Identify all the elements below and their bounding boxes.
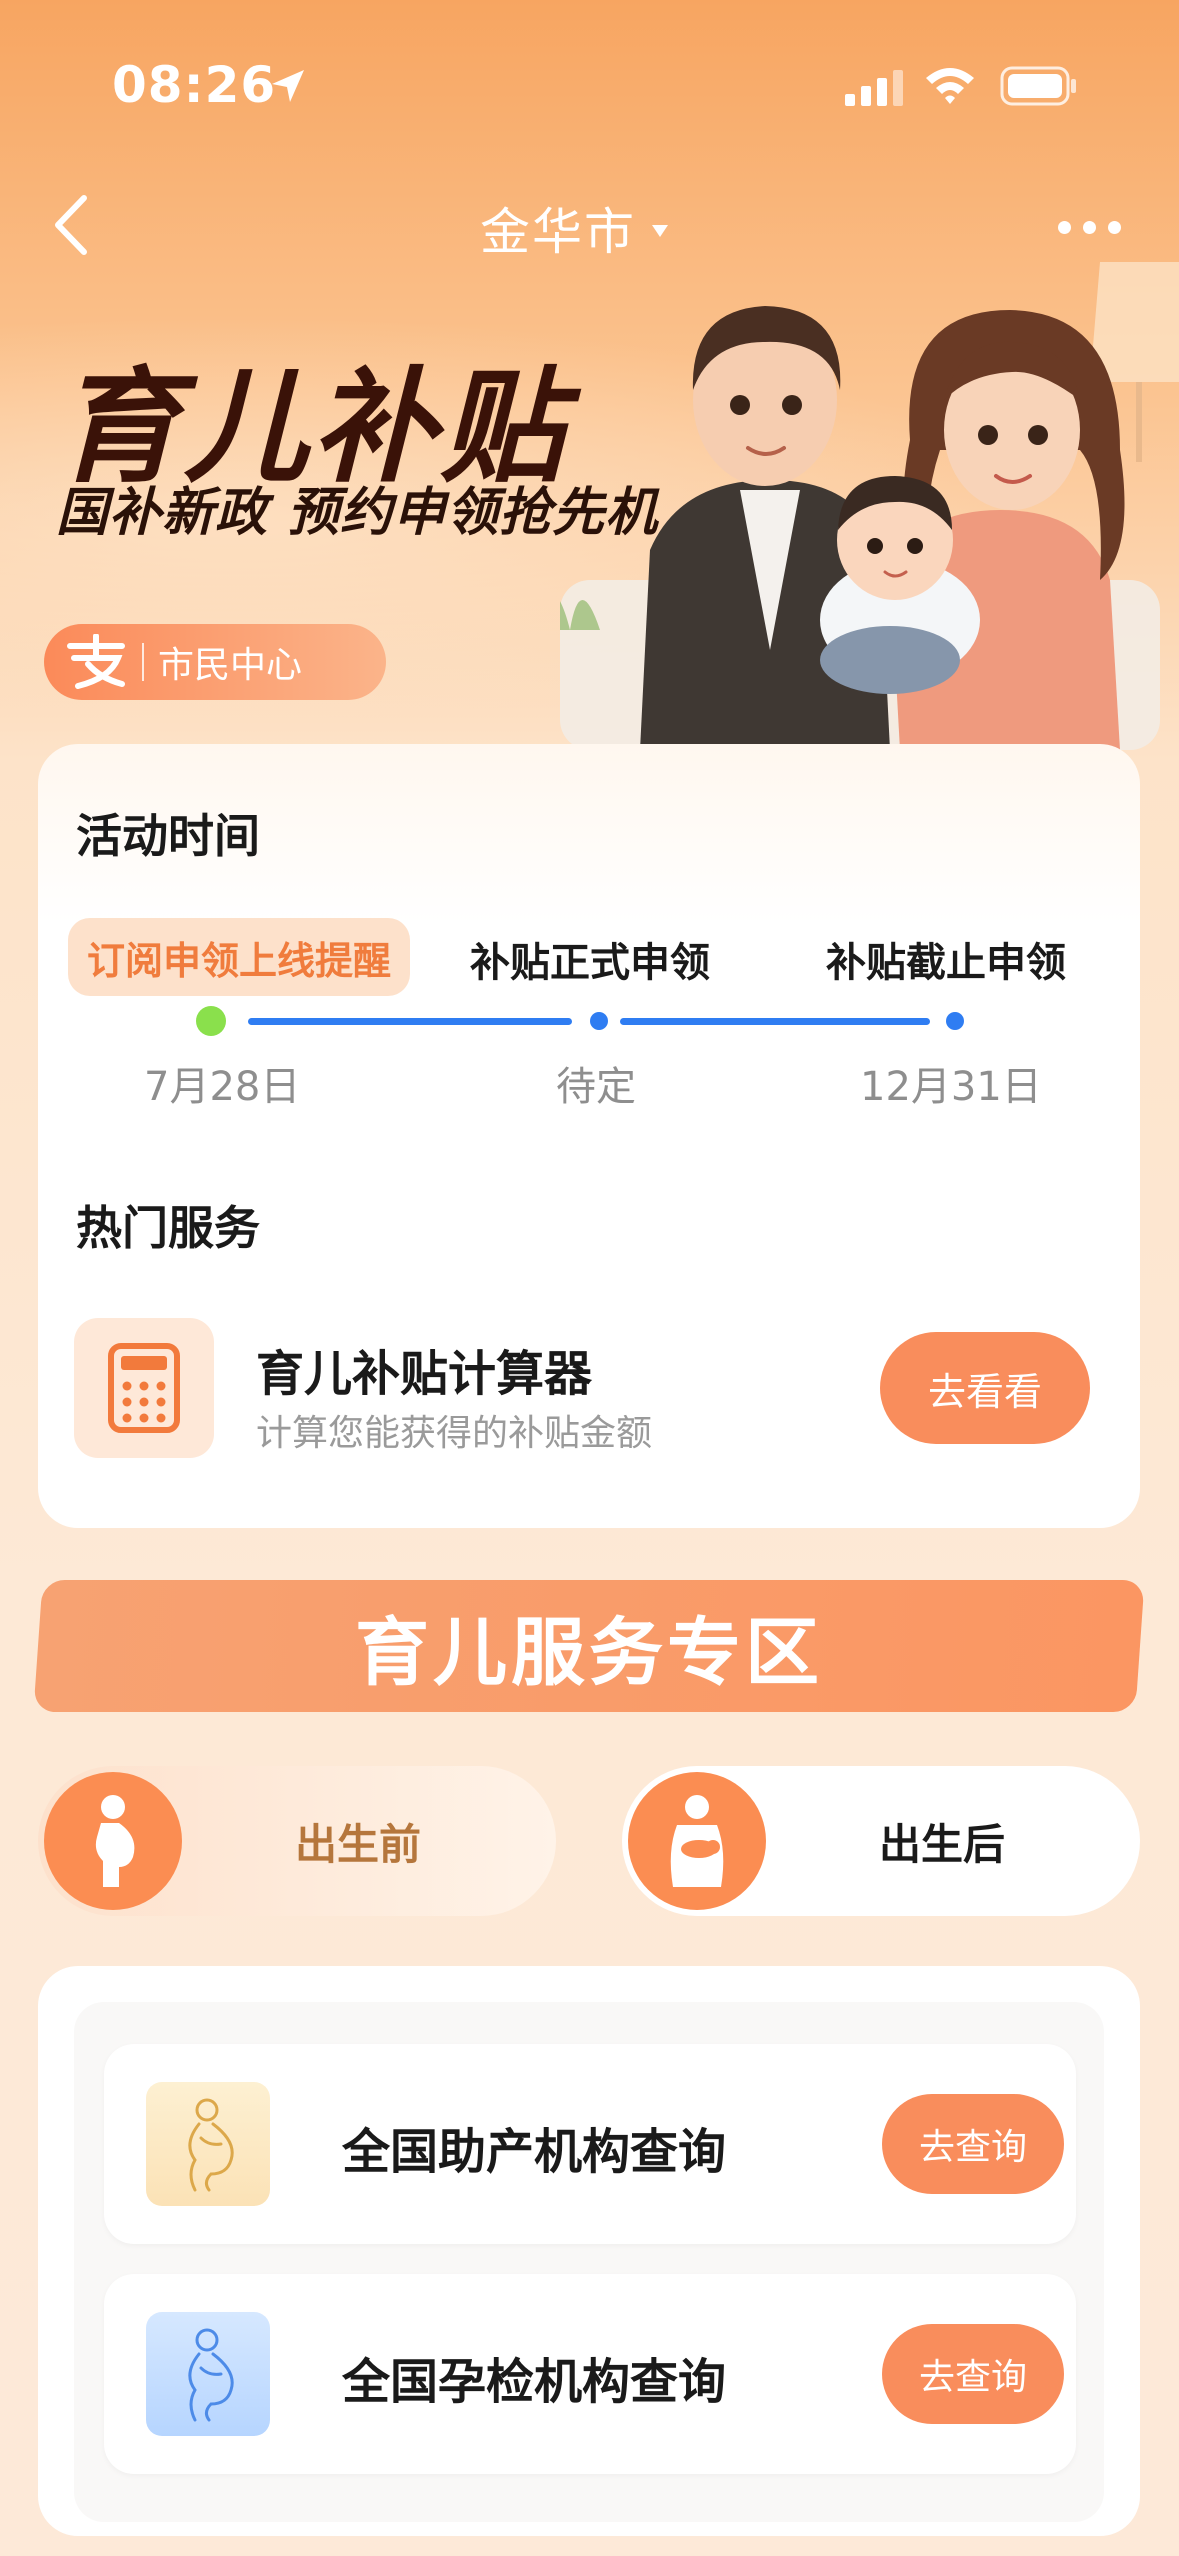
pregnant-outline-blue-icon bbox=[146, 2312, 270, 2436]
institution-label: 全国孕检机构查询 bbox=[342, 2354, 727, 2410]
wifi-icon bbox=[926, 68, 974, 104]
timeline-line bbox=[248, 1018, 572, 1025]
badge-label: 市民中心 bbox=[158, 645, 303, 686]
battery-icon bbox=[1000, 66, 1076, 106]
caret-down-icon bbox=[652, 225, 668, 237]
query-button[interactable]: 去查询 bbox=[882, 2094, 1064, 2194]
pregnant-outline-icon bbox=[146, 2082, 270, 2206]
hero-subtitle: 国补新政 预约申领抢先机 bbox=[56, 483, 659, 543]
institution-label: 全国助产机构查询 bbox=[342, 2124, 727, 2180]
institution-list: 全国助产机构查询 去查询 全国孕检机构查询 去查询 bbox=[74, 2002, 1104, 2522]
list-item-prenatal-check[interactable]: 全国孕检机构查询 去查询 bbox=[104, 2274, 1076, 2474]
citizen-center-badge[interactable]: 市民中心 bbox=[44, 624, 386, 700]
pregnant-woman-icon bbox=[44, 1772, 182, 1910]
timeline-dot bbox=[590, 1012, 608, 1030]
cellular-signal-icon bbox=[845, 70, 903, 106]
stage-date: 7月28日 bbox=[144, 1064, 301, 1110]
tab-label: 出生前 bbox=[294, 1819, 421, 1869]
mother-holding-baby-icon bbox=[628, 1772, 766, 1910]
calculator-desc: 计算您能获得的补贴金额 bbox=[256, 1413, 653, 1454]
timeline-dot bbox=[946, 1012, 964, 1030]
list-item-midwifery[interactable]: 全国助产机构查询 去查询 bbox=[104, 2044, 1076, 2244]
query-button[interactable]: 去查询 bbox=[882, 2324, 1064, 2424]
more-dot-icon bbox=[1058, 220, 1071, 234]
calculator-title: 育儿补贴计算器 bbox=[256, 1346, 593, 1402]
back-button[interactable] bbox=[44, 190, 104, 260]
more-dot-icon bbox=[1083, 220, 1096, 234]
stage-date: 12月31日 bbox=[860, 1064, 1042, 1110]
activity-card: 活动时间 订阅申领上线提醒 补贴正式申领 补贴截止申领 7月28日 待定 12月… bbox=[38, 744, 1140, 1528]
timeline-dot-active bbox=[196, 1006, 226, 1036]
zone-title: 育儿服务专区 bbox=[355, 1609, 823, 1696]
calculator-icon bbox=[108, 1343, 180, 1433]
stage-chip-active[interactable]: 订阅申领上线提醒 bbox=[68, 918, 410, 996]
tab-label: 出生后 bbox=[878, 1819, 1005, 1869]
more-options-button[interactable] bbox=[1058, 212, 1128, 242]
zone-banner: 育儿服务专区 bbox=[33, 1580, 1145, 1712]
stage-label: 补贴截止申领 bbox=[826, 940, 1066, 986]
timeline-line bbox=[620, 1018, 930, 1025]
hot-services-title: 热门服务 bbox=[76, 1201, 260, 1255]
go-see-button[interactable]: 去看看 bbox=[880, 1332, 1090, 1444]
badge-divider bbox=[142, 643, 144, 681]
calculator-icon-box bbox=[74, 1318, 214, 1458]
tab-after-birth[interactable]: 出生后 bbox=[622, 1766, 1140, 1916]
location-arrow-icon bbox=[272, 70, 304, 102]
stage-date: 待定 bbox=[556, 1064, 636, 1110]
status-time: 08:26 bbox=[112, 56, 277, 114]
tab-before-birth[interactable]: 出生前 bbox=[38, 1766, 556, 1916]
stage-label: 订阅申领上线提醒 bbox=[86, 938, 391, 983]
activity-title: 活动时间 bbox=[76, 809, 260, 863]
chevron-left-icon bbox=[55, 195, 87, 255]
more-dot-icon bbox=[1108, 220, 1121, 234]
alipay-icon bbox=[64, 634, 128, 690]
institution-list-card: 全国助产机构查询 去查询 全国孕检机构查询 去查询 bbox=[38, 1966, 1140, 2536]
status-bar: 08:26 bbox=[0, 0, 1179, 170]
stage-label: 补贴正式申领 bbox=[470, 940, 710, 986]
